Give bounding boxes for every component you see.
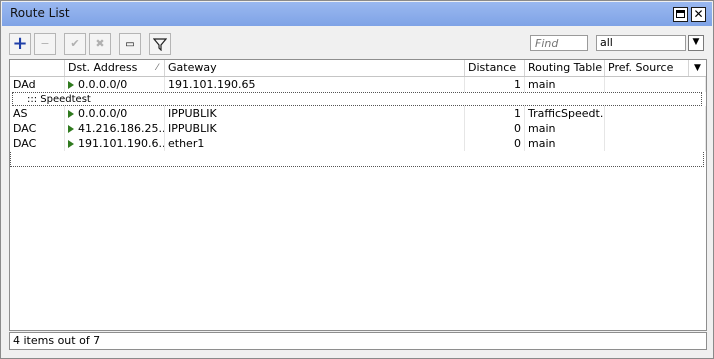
remove-button[interactable]: − <box>34 33 56 55</box>
column-pref-source[interactable]: Pref. Source <box>605 60 689 76</box>
gateway-cell: IPPUBLIK <box>165 106 465 121</box>
routing-table-cell: main <box>525 136 605 151</box>
column-label: Dst. Address <box>68 61 138 74</box>
add-button[interactable]: + <box>9 33 31 55</box>
title-bar[interactable]: Route List ✕ <box>2 2 712 26</box>
pref-source-cell <box>605 136 706 151</box>
column-flags[interactable] <box>10 60 65 76</box>
pref-source-cell <box>605 77 706 92</box>
column-menu-button[interactable]: ▼ <box>689 60 706 76</box>
focus-outline <box>10 152 704 167</box>
route-arrow-icon <box>68 140 74 148</box>
dst-value: 191.101.190.6... <box>78 137 165 150</box>
route-arrow-icon <box>68 81 74 89</box>
maximize-button[interactable] <box>673 7 688 22</box>
chevron-down-icon: ▼ <box>694 63 701 73</box>
toolbar: + − ✔ ✖ ▭ all ▼ <box>9 32 707 56</box>
check-icon: ✔ <box>70 37 80 50</box>
table-row[interactable]: DAC 191.101.190.6... ether1 0 main <box>10 136 706 151</box>
routing-table-cell: main <box>525 77 605 92</box>
dst-cell: 191.101.190.6... <box>65 136 165 151</box>
pref-source-cell <box>605 106 706 121</box>
plus-icon: + <box>12 33 28 54</box>
distance-cell: 0 <box>465 121 525 136</box>
funnel-icon <box>152 38 168 52</box>
find-input[interactable] <box>530 35 588 51</box>
comment-icon: ▭ <box>125 39 135 50</box>
flags-cell: AS <box>10 106 65 121</box>
disable-button[interactable]: ✖ <box>89 33 111 55</box>
distance-cell: 0 <box>465 136 525 151</box>
column-label: Gateway <box>168 61 217 74</box>
sort-icon: ⁄ <box>156 63 158 73</box>
column-dst-address[interactable]: Dst. Address ⁄ <box>65 60 165 76</box>
column-label: Distance <box>468 61 517 74</box>
minus-icon: − <box>40 37 50 50</box>
filter-select[interactable]: all <box>596 35 686 51</box>
flags-cell: DAC <box>10 121 65 136</box>
column-routing-table[interactable]: Routing Table <box>525 60 605 76</box>
column-gateway[interactable]: Gateway <box>165 60 465 76</box>
route-list-window: Route List ✕ + − ✔ ✖ ▭ all ▼ Dst. Addres… <box>0 0 714 359</box>
cross-icon: ✖ <box>95 37 105 50</box>
dst-value: 41.216.186.25... <box>78 122 165 135</box>
dst-value: 0.0.0.0/0 <box>78 78 128 91</box>
routing-table-cell: main <box>525 121 605 136</box>
route-table: Dst. Address ⁄ Gateway Distance Routing T… <box>9 59 707 331</box>
table-row[interactable]: AS 0.0.0.0/0 IPPUBLIK 1 TrafficSpeedt... <box>10 106 706 167</box>
gateway-cell: IPPUBLIK <box>165 121 465 136</box>
dst-cell: 0.0.0.0/0 <box>65 77 165 92</box>
distance-cell: 1 <box>465 106 525 121</box>
distance-cell: 1 <box>465 77 525 92</box>
dst-value: 0.0.0.0/0 <box>78 107 128 120</box>
table-row[interactable]: DAd 0.0.0.0/0 191.101.190.65 1 main <box>10 77 706 92</box>
flags-cell: DAd <box>10 77 65 92</box>
dst-cell: 0.0.0.0/0 <box>65 106 165 121</box>
table-row[interactable]: DAC 41.216.186.25... IPPUBLIK 0 main <box>10 121 706 136</box>
column-distance[interactable]: Distance <box>465 60 525 76</box>
dst-cell: 41.216.186.25... <box>65 121 165 136</box>
route-arrow-icon <box>68 125 74 133</box>
enable-button[interactable]: ✔ <box>64 33 86 55</box>
route-arrow-icon <box>68 110 74 118</box>
filter-dropdown-button[interactable]: ▼ <box>688 35 704 51</box>
close-button[interactable]: ✕ <box>691 7 706 22</box>
filter-button[interactable] <box>149 33 171 55</box>
comment-button[interactable]: ▭ <box>119 33 141 55</box>
window-title: Route List <box>10 6 70 20</box>
column-label: Routing Table <box>528 61 603 74</box>
chevron-down-icon: ▼ <box>692 37 700 47</box>
routing-table-cell: TrafficSpeedt... <box>525 106 605 121</box>
flags-cell: DAC <box>10 136 65 151</box>
status-bar: 4 items out of 7 <box>9 332 707 350</box>
pref-source-cell <box>605 121 706 136</box>
table-header: Dst. Address ⁄ Gateway Distance Routing T… <box>10 60 706 77</box>
gateway-cell: 191.101.190.65 <box>165 77 465 92</box>
column-label: Pref. Source <box>608 61 674 74</box>
comment-row[interactable]: ::: Speedtest <box>12 92 702 106</box>
gateway-cell: ether1 <box>165 136 465 151</box>
